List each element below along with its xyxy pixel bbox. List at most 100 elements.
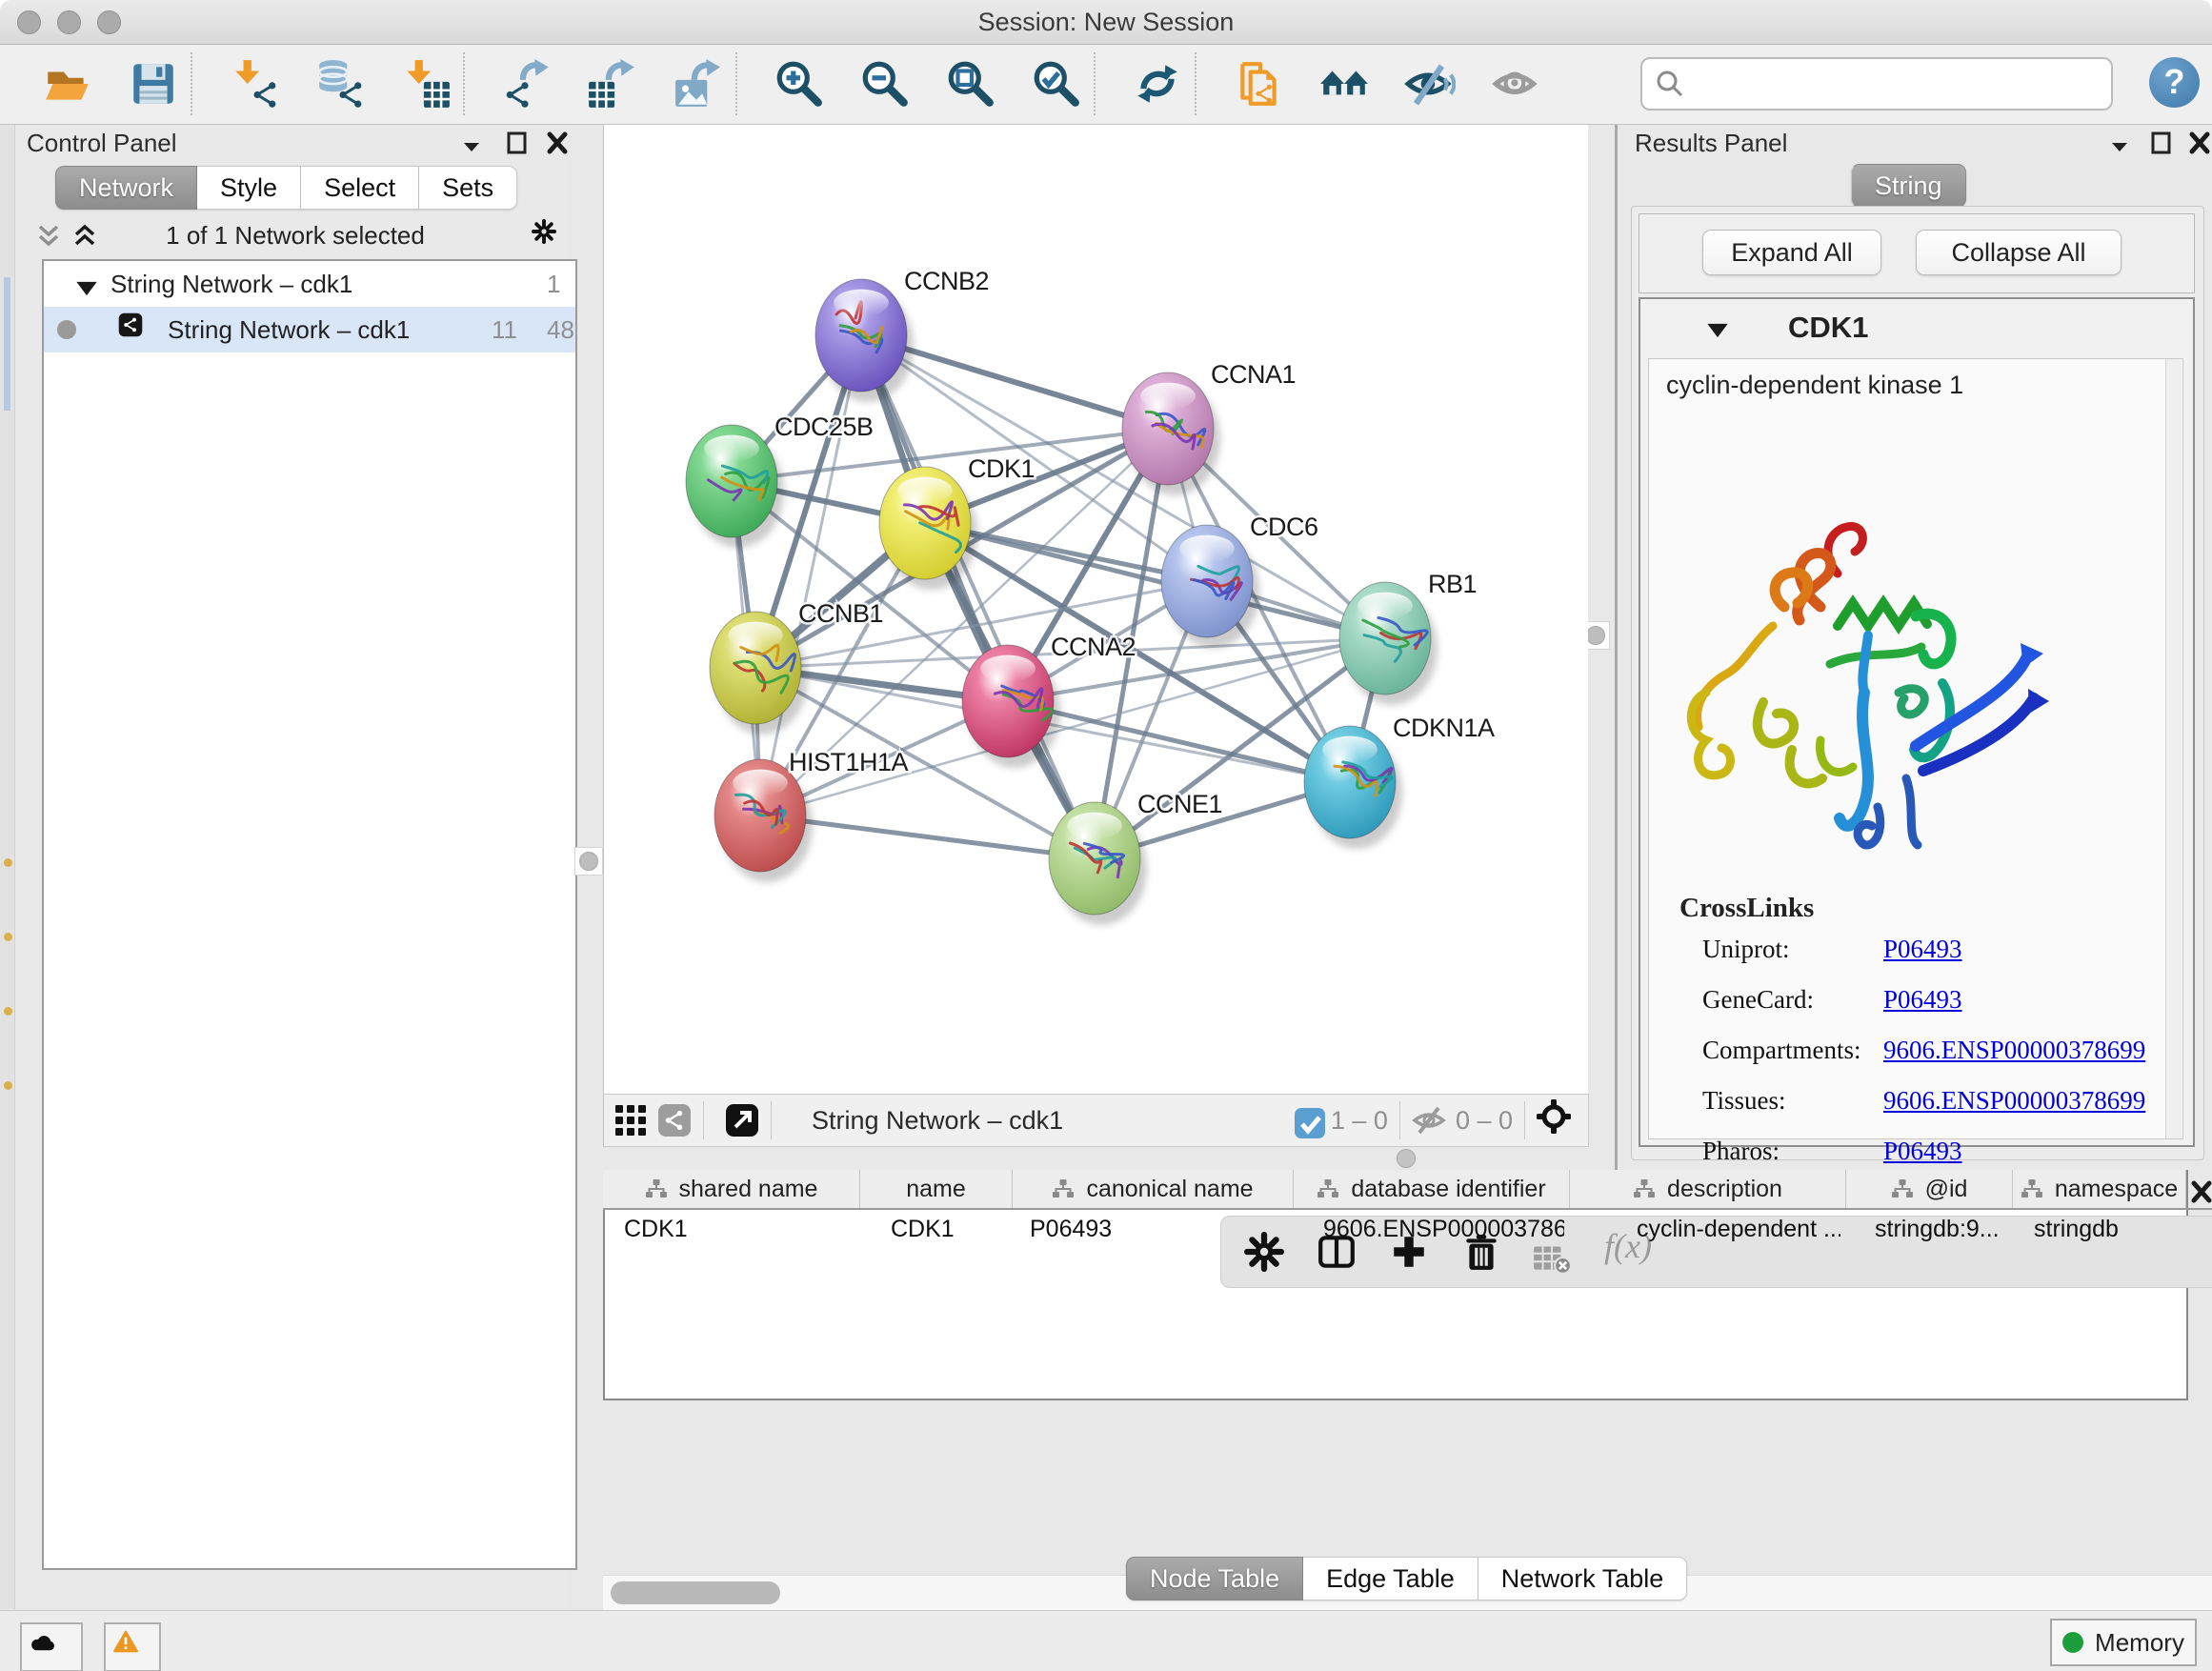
table-cell[interactable]: CDK1 [891,1210,1007,1252]
results-panel-title: Results Panel [1635,129,1787,158]
crosshair-icon[interactable] [1537,1099,1579,1141]
table-cell[interactable]: stringdb [2034,1210,2181,1252]
search-box[interactable] [1640,57,2113,111]
panel-close-icon[interactable] [2189,1179,2212,1204]
open-session-icon[interactable] [42,58,93,110]
crosslink-link[interactable]: 9606.ENSP00000378699 [1883,1086,2145,1116]
network-node-CCNE1[interactable]: CCNE1 [1049,790,1222,925]
warning-button[interactable] [104,1622,161,1671]
crosslink-link[interactable]: P06493 [1883,985,1962,1015]
zoom-selected-icon[interactable] [1031,58,1082,110]
node-label: CCNB1 [798,599,883,628]
table-cell[interactable]: CDK1 [624,1210,855,1252]
current-network-dot [57,320,76,339]
horizontal-splitter-handle[interactable] [1397,1149,1416,1168]
tab-string[interactable]: String [1851,164,1966,208]
table-cell[interactable]: stringdb:9... [1875,1210,2007,1252]
zoom-fit-icon[interactable] [945,58,996,110]
import-network-icon[interactable] [229,58,280,110]
tab-node-table[interactable]: Node Table [1126,1557,1303,1601]
table-cell[interactable]: 9606.ENSP00000378699 [1323,1210,1564,1252]
export-network-icon[interactable] [501,58,553,110]
zoom-in-icon[interactable] [774,58,825,110]
export-image-icon[interactable] [673,58,724,110]
results-scrollbar[interactable] [2165,359,2182,1138]
network-edge[interactable] [861,335,1095,858]
collapse-all-button[interactable]: Collapse All [1916,230,2122,275]
crosslink-link[interactable]: 9606.ENSP00000378699 [1883,1036,2145,1065]
export-table-icon[interactable] [587,58,638,110]
import-table-icon[interactable] [400,58,452,110]
column-header-description[interactable]: description [1570,1170,1846,1208]
title-bar: Session: New Session [0,0,2212,45]
network-share-icon[interactable] [657,1103,692,1137]
panel-float-icon[interactable] [2149,131,2174,155]
string-home-icon[interactable] [1318,58,1370,110]
help-button[interactable]: ? [2149,57,2200,108]
panel-menu-icon[interactable] [459,134,484,159]
column-header-name[interactable]: name [860,1170,1013,1208]
column-header-sharedname[interactable]: shared name [603,1170,860,1208]
panel-float-icon[interactable] [505,131,530,155]
hide-eye-icon[interactable] [1404,58,1456,110]
column-header-canonicalname[interactable]: canonical name [1013,1170,1294,1208]
column-label: description [1667,1176,1782,1203]
memory-button[interactable]: Memory [2050,1619,2197,1666]
expand-all-button[interactable]: Expand All [1702,230,1881,275]
column-label: @id [1925,1176,1968,1203]
network-node-HIST1H1A[interactable]: HIST1H1A [714,748,909,882]
network-edge[interactable] [760,335,861,815]
save-session-icon[interactable] [128,58,179,110]
network-node-CCNB2[interactable]: CCNB2 [815,267,989,402]
network-collection-row[interactable]: String Network – cdk1 1 [44,261,575,307]
panel-close-icon[interactable] [2187,131,2212,155]
network-node-CCNB1[interactable]: CCNB1 [710,599,883,735]
network-node-CDC25B[interactable]: CDC25B [686,413,874,548]
crosslink-link[interactable]: P06493 [1883,1137,1962,1166]
panel-menu-icon[interactable] [2107,134,2132,159]
network-row[interactable]: String Network – cdk1 11 48 [44,307,575,352]
network-node-CDKN1A[interactable]: CDKN1A [1304,714,1495,849]
tab-network[interactable]: Network [55,166,197,210]
panel-close-icon[interactable] [545,131,570,155]
network-node-CDC6[interactable]: CDC6 [1161,513,1318,648]
left-splitter-handle[interactable] [574,847,603,876]
zoom-out-icon[interactable] [859,58,911,110]
gene-expander-icon[interactable] [1705,318,1726,335]
network-node-RB1[interactable]: RB1 [1339,570,1477,705]
cloud-button[interactable] [20,1622,83,1671]
side-strip-dot [4,933,12,941]
birds-eye-view-icon[interactable] [725,1103,759,1137]
network-grid-view-icon[interactable] [613,1103,648,1137]
network-node-CCNA1[interactable]: CCNA1 [1122,360,1296,495]
column-header-databaseidentifier[interactable]: database identifier [1294,1170,1570,1208]
refresh-layout-icon[interactable] [1132,58,1183,110]
network-canvas[interactable]: CCNB2CCNA1CDC25BCDK1CDC6RB1CCNB1CCNA2CDK… [603,125,1588,1094]
tab-edge-table[interactable]: Edge Table [1303,1557,1478,1601]
control-panel: Control Panel NetworkStyleSelectSets 1 o… [15,125,570,1609]
shared-column-icon [1317,1178,1339,1199]
column-header-id[interactable]: @id [1846,1170,2013,1208]
gene-result-card: CDK1 cyclin-dependent kinase 1 [1639,297,2195,1147]
collection-expander-icon[interactable] [74,276,93,292]
table-cell[interactable]: P06493 [1030,1210,1288,1252]
table-cell[interactable]: cyclin-dependent ... [1637,1210,1840,1252]
tab-select[interactable]: Select [301,166,419,210]
import-database-icon[interactable] [314,58,366,110]
hidden-eye-icon[interactable] [1412,1103,1446,1137]
search-input[interactable] [1686,64,2111,104]
show-eye-icon[interactable] [1490,58,1541,110]
copy-share-icon[interactable] [1233,58,1284,110]
column-header-namespace[interactable]: namespace [2013,1170,2186,1208]
control-panel-title: Control Panel [27,129,177,158]
selected-checkbox-icon[interactable] [1293,1106,1321,1135]
string-network-icon [118,312,152,347]
shared-column-icon [2021,1178,2043,1199]
crosslink-label: Pharos: [1702,1137,1780,1165]
gear-icon[interactable] [532,219,562,250]
tab-sets[interactable]: Sets [419,166,517,210]
table-scrollbar-thumb[interactable] [611,1581,780,1604]
tab-style[interactable]: Style [197,166,301,210]
crosslink-link[interactable]: P06493 [1883,935,1962,964]
tab-network-table[interactable]: Network Table [1478,1557,1688,1601]
